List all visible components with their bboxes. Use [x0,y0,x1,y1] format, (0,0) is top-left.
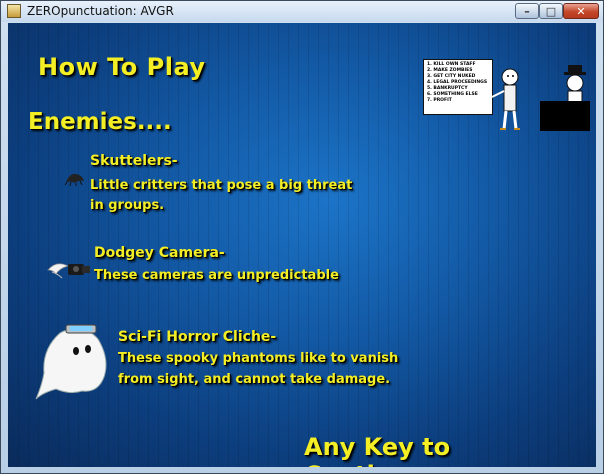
plan-note: 1. KILL OWN STAFF 2. MAKE ZOMBIES 3. GET… [423,59,493,115]
enemy-desc-skuttelers-line2: in groups. [90,198,165,213]
plan-note-line: 7. PROFIT [427,98,452,103]
enemy-desc-sci-fi-horror-line2: from sight, and cannot take damage. [118,372,391,387]
how-to-play-heading: How To Play [38,53,206,81]
app-icon [7,4,21,18]
winged-camera-icon [47,263,90,279]
boss-at-desk-icon [540,65,590,131]
enemy-desc-skuttelers-line1: Little critters that pose a big threat [90,178,353,193]
window-title: ZEROpunctuation: AVGR [27,4,174,18]
title-bar[interactable]: ZEROpunctuation: AVGR – □ ✕ [1,1,603,22]
maximize-button[interactable]: □ [539,3,563,19]
enemy-name-sci-fi-horror: Sci-Fi Horror Cliche- [118,329,277,345]
enemy-desc-dodgey-camera-line1: These cameras are unpredictable [94,268,339,283]
minimize-button[interactable]: – [515,3,539,19]
continue-prompt: Any Key to Continue..... [304,433,471,467]
ghost-icon [35,324,107,400]
presenter-figure-icon [491,68,520,130]
enemy-name-dodgey-camera: Dodgey Camera- [94,245,225,261]
critter-icon [64,173,84,187]
enemies-heading: Enemies.... [28,109,172,135]
enemy-desc-sci-fi-horror-line1: These spooky phantoms like to vanish [118,351,399,366]
game-window: ZEROpunctuation: AVGR – □ ✕ How To Play … [0,0,604,474]
close-button[interactable]: ✕ [563,3,599,19]
enemy-name-skuttelers: Skuttelers- [90,153,178,169]
game-canvas[interactable]: How To Play Enemies.... Skuttelers- Litt… [8,23,596,467]
